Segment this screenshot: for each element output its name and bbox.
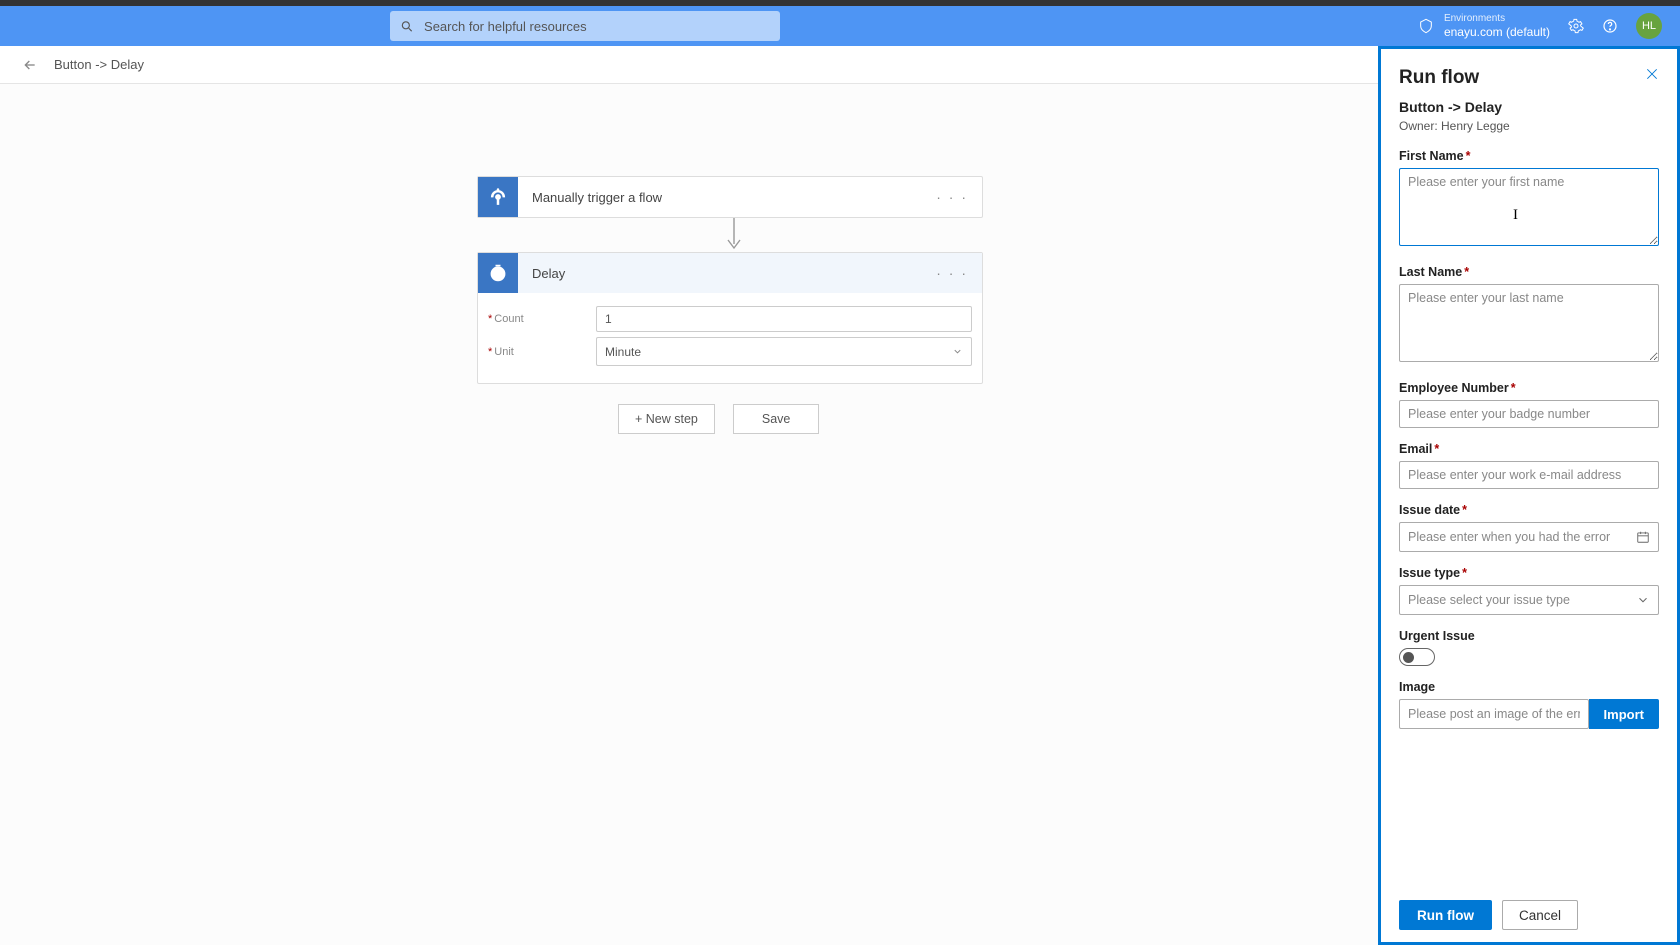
search-icon <box>400 19 414 34</box>
run-flow-button[interactable]: Run flow <box>1399 900 1492 930</box>
flow-canvas: Manually trigger a flow · · · Delay · · … <box>0 84 1378 945</box>
top-right: Environments enayu.com (default) HL <box>1418 13 1662 39</box>
environment-value: enayu.com (default) <box>1444 25 1550 39</box>
email-label: Email* <box>1399 442 1659 456</box>
delay-card[interactable]: Delay · · · *Count *Unit Minute <box>477 252 983 384</box>
back-icon[interactable] <box>22 57 38 73</box>
email-input[interactable] <box>1399 461 1659 489</box>
trigger-title: Manually trigger a flow <box>518 190 922 205</box>
count-input[interactable] <box>596 306 972 332</box>
employee-number-label: Employee Number* <box>1399 381 1659 395</box>
trigger-card[interactable]: Manually trigger a flow · · · <box>477 176 983 218</box>
panel-title: Run flow <box>1399 67 1479 89</box>
delay-icon <box>478 253 518 293</box>
cancel-button[interactable]: Cancel <box>1502 900 1578 930</box>
avatar[interactable]: HL <box>1636 13 1662 39</box>
breadcrumb-title: Button -> Delay <box>54 57 144 72</box>
chevron-down-icon <box>1636 593 1650 607</box>
issue-date-label: Issue date* <box>1399 503 1659 517</box>
settings-icon[interactable] <box>1568 18 1584 34</box>
chevron-down-icon <box>952 346 963 357</box>
calendar-icon <box>1636 530 1650 544</box>
search-input[interactable] <box>424 19 770 34</box>
first-name-input[interactable] <box>1399 168 1659 246</box>
image-label: Image <box>1399 680 1659 694</box>
new-step-button[interactable]: + New step <box>618 404 715 434</box>
environment-icon <box>1418 18 1434 34</box>
delay-title: Delay <box>518 266 922 281</box>
help-icon[interactable] <box>1602 18 1618 34</box>
unit-label: *Unit <box>488 346 596 358</box>
trigger-icon <box>478 177 518 217</box>
issue-date-input[interactable]: Please enter when you had the error <box>1399 522 1659 552</box>
first-name-label: First Name* <box>1399 149 1659 163</box>
close-icon[interactable] <box>1645 67 1659 81</box>
issue-type-label: Issue type* <box>1399 566 1659 580</box>
search-box[interactable] <box>390 11 780 41</box>
top-bar: Environments enayu.com (default) HL <box>0 6 1680 46</box>
environment-picker[interactable]: Environments enayu.com (default) <box>1418 13 1550 39</box>
trigger-menu-icon[interactable]: · · · <box>922 189 982 205</box>
last-name-input[interactable] <box>1399 284 1659 362</box>
urgent-issue-toggle[interactable] <box>1399 648 1435 666</box>
unit-select[interactable]: Minute <box>596 337 972 366</box>
issue-type-select[interactable]: Please select your issue type <box>1399 585 1659 615</box>
import-button[interactable]: Import <box>1589 699 1659 729</box>
panel-owner: Owner: Henry Legge <box>1399 119 1659 133</box>
environment-label: Environments <box>1444 13 1550 25</box>
save-button[interactable]: Save <box>733 404 820 434</box>
delay-menu-icon[interactable]: · · · <box>922 265 982 281</box>
urgent-issue-label: Urgent Issue <box>1399 629 1659 643</box>
panel-flow-name: Button -> Delay <box>1399 99 1659 115</box>
image-input[interactable] <box>1399 699 1589 729</box>
last-name-label: Last Name* <box>1399 265 1659 279</box>
text-cursor-icon: I <box>1513 207 1518 224</box>
employee-number-input[interactable] <box>1399 400 1659 428</box>
count-label: *Count <box>488 313 596 325</box>
run-flow-panel: Run flow Button -> Delay Owner: Henry Le… <box>1378 46 1680 945</box>
